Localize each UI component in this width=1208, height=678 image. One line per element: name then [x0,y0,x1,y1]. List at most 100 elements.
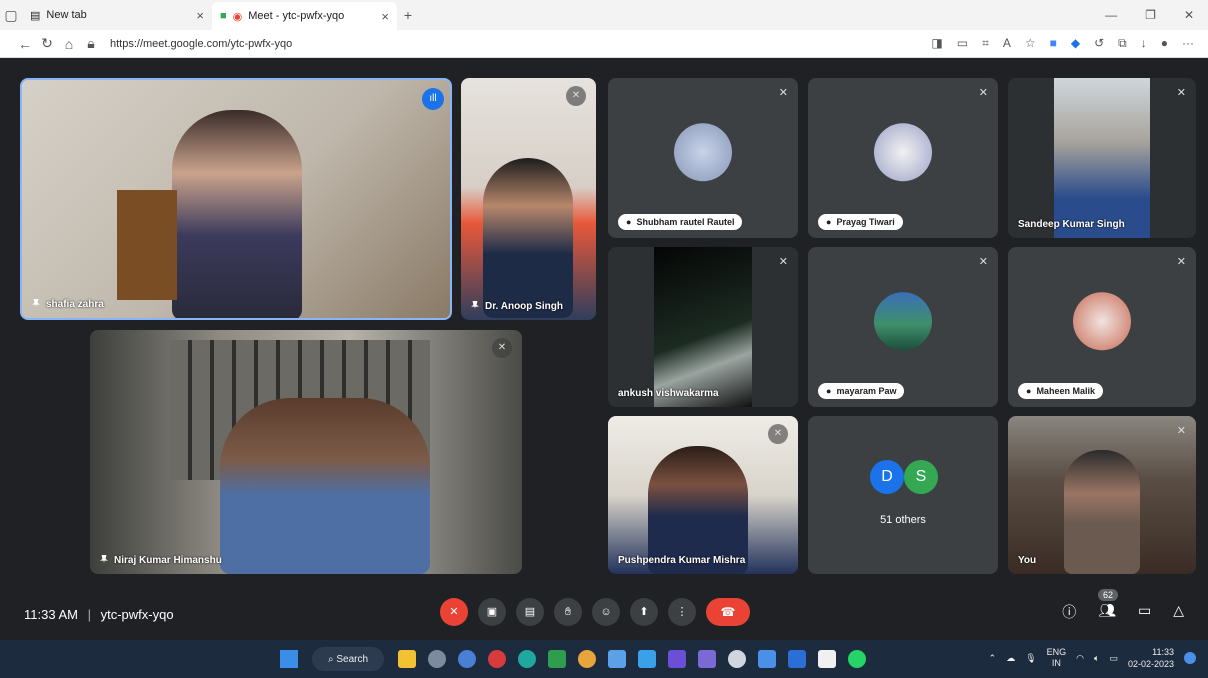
app-icon[interactable] [638,650,656,668]
apps-icon[interactable]: ⌗ [982,36,989,51]
person-icon: ● [826,386,832,396]
cloud-icon[interactable]: ☁ [1006,653,1015,664]
app-icon[interactable] [728,650,746,668]
emoji-button[interactable]: ☺ [592,598,620,626]
app-icon[interactable] [668,650,686,668]
read-aloud-icon[interactable]: A [1003,36,1011,51]
clock[interactable]: 11:33 02-02-2023 [1128,646,1174,670]
tab-new-tab[interactable]: ▤ New tab × [22,3,212,27]
participant-tile[interactable]: ✕ ● Shubham rautel Rautel [608,78,798,238]
extension-icon[interactable]: ◆ [1071,36,1080,51]
wifi-icon[interactable]: ◠ [1076,653,1084,664]
pin-icon[interactable] [32,299,40,307]
whatsapp-icon[interactable] [848,650,866,668]
participant-tile[interactable]: ✕ ankush vishwakarma [608,247,798,407]
participant-name: Sandeep Kumar Singh [1018,219,1125,230]
participant-tile[interactable]: ıll shafia zahra [20,78,452,320]
pin-icon[interactable] [100,555,108,563]
meet-control-bar: 11:33 AM | ytc-pwfx-yqo ✕ ▣ ▤ ✋︎ ☺ ⬆ ⋮ ☎… [0,588,1208,640]
chrome-icon[interactable] [578,650,596,668]
profile-icon[interactable]: ● [1161,36,1168,51]
new-tab-button[interactable]: + [397,7,419,23]
end-call-button[interactable]: ☎ [706,598,750,626]
mic-off-icon: ✕ [978,87,988,99]
avatar [1073,292,1131,351]
edge-icon[interactable] [518,650,536,668]
taskbar: ⌕ Search ⌃ ☁ 🎙︎ ENG IN ◠ 🔈︎ ▭ 11:33 02-02-… [0,640,1208,678]
others-count: 51 others [880,514,926,526]
captions-button[interactable]: ▤ [516,598,544,626]
participant-tile[interactable]: ✕ ● Prayag Tiwari [808,78,998,238]
camera-toggle-button[interactable]: ▣ [478,598,506,626]
notification-icon[interactable] [1184,652,1196,664]
chevron-up-icon[interactable]: ⌃ [989,653,997,664]
reload-icon[interactable]: ↻ [36,35,58,52]
home-icon[interactable]: ⌂ [58,36,80,52]
participant-tile[interactable]: ✕ ● Maheen Malik [1008,247,1196,407]
minimize-icon[interactable]: — [1105,8,1117,22]
close-icon[interactable]: × [196,8,204,23]
activities-icon[interactable]: △ [1173,602,1184,622]
participant-name-pill: ● Prayag Tiwari [818,214,903,230]
download-icon[interactable]: ↓ [1141,36,1147,51]
participant-tile[interactable]: ✕ Dr. Anoop Singh [461,78,596,320]
close-icon[interactable]: × [381,9,389,24]
door [117,190,177,300]
mic-off-icon: ✕ [1176,425,1186,437]
url-field[interactable]: https://meet.google.com/ytc-pwfx-yqo [110,38,292,50]
pin-icon[interactable] [471,301,479,309]
collections-icon[interactable]: ⧉ [1118,36,1127,51]
info-icon[interactable]: ⓘ [1062,602,1076,622]
participant-tile[interactable]: ✕ Sandeep Kumar Singh [1008,78,1196,238]
taskbar-search[interactable]: ⌕ Search [312,647,384,671]
camera-icon[interactable]: ◨ [931,36,942,51]
people-icon[interactable]: 👥︎ [1098,602,1116,622]
others-tile[interactable]: D S 51 others [808,416,998,574]
close-window-icon[interactable]: ✕ [1184,8,1194,22]
mic-off-icon: ✕ [492,338,512,358]
raise-hand-button[interactable]: ✋︎ [554,598,582,626]
more-icon[interactable]: ··· [1182,36,1194,51]
cast-icon[interactable]: ▭ [957,36,968,51]
participant-name: shafia zahra [32,299,104,310]
participant-name: ankush vishwakarma [618,388,719,399]
app-icon[interactable] [608,650,626,668]
meeting-info: 11:33 AM | ytc-pwfx-yqo [24,607,174,622]
avatar [874,292,932,351]
app-icon[interactable] [548,650,566,668]
app-icon[interactable] [818,650,836,668]
globe-icon[interactable] [458,650,476,668]
participant-tile[interactable]: ✕ You [1008,416,1196,574]
app-icon[interactable] [758,650,776,668]
chat-icon[interactable]: ▭ [1138,602,1151,622]
participant-name-pill: ● Shubham rautel Rautel [618,214,743,230]
extension-icon[interactable]: ■ [1050,36,1057,51]
present-button[interactable]: ⬆ [630,598,658,626]
mic-toggle-button[interactable]: ✕ [440,598,468,626]
mic-off-icon: ✕ [1176,256,1186,268]
avatar: D [870,460,904,494]
mic-icon[interactable]: 🎙︎ [1025,653,1036,664]
participant-tile[interactable]: ✕ Pushpendra Kumar Mishra [608,416,798,574]
app-icon[interactable] [698,650,716,668]
word-icon[interactable] [788,650,806,668]
language-indicator[interactable]: ENG IN [1047,647,1067,669]
meeting-time: 11:33 AM [24,606,78,622]
file-explorer-icon[interactable] [398,650,416,668]
tab-actions-icon[interactable]: ▢ [0,7,22,24]
participant-tile[interactable]: ✕ ● mayaram Paw [808,247,998,407]
tab-meet[interactable]: ■ ◉ Meet - ytc-pwfx-yqo × [212,2,397,30]
settings-icon[interactable] [428,650,446,668]
participant-tile[interactable]: ✕ Niraj Kumar Himanshu [90,330,522,574]
battery-icon[interactable]: ▭ [1109,653,1118,664]
app-icon[interactable] [488,650,506,668]
more-options-button[interactable]: ⋮ [668,598,696,626]
windows-start-icon[interactable] [280,650,298,668]
restore-icon[interactable]: ❐ [1145,8,1156,22]
refresh-icon[interactable]: ↺ [1094,36,1104,51]
back-icon[interactable]: ← [14,36,36,52]
volume-icon[interactable]: 🔈︎ [1094,653,1099,664]
participant-video [220,398,430,574]
participant-name: You [1018,555,1037,566]
favorite-icon[interactable]: ☆ [1025,36,1036,51]
